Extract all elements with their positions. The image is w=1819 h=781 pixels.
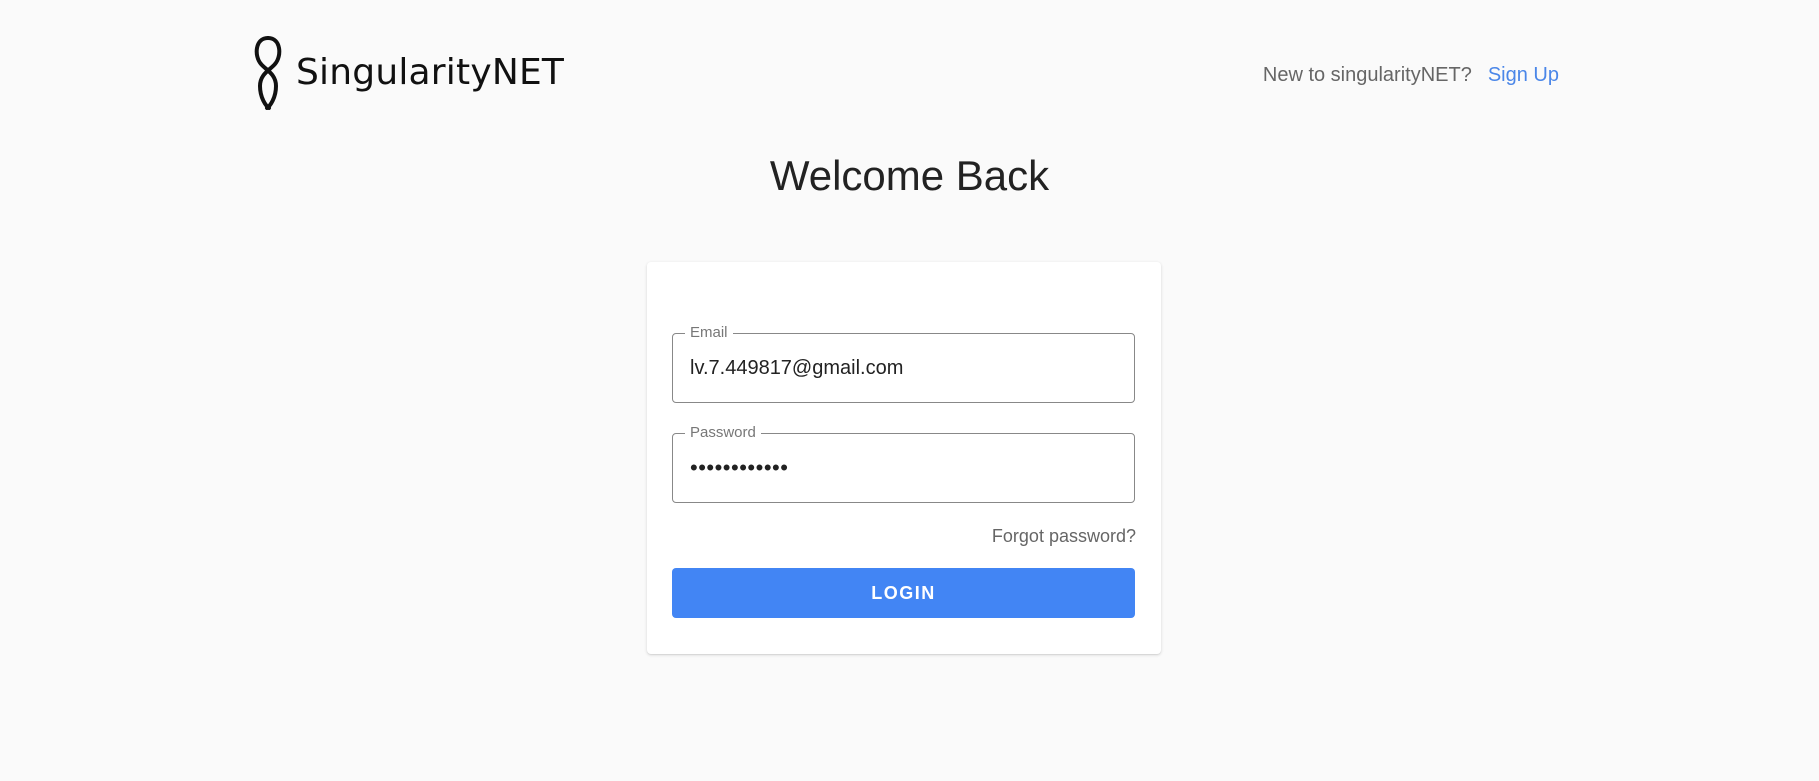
singularitynet-logo-icon <box>254 36 282 110</box>
sign-up-link[interactable]: Sign Up <box>1488 64 1559 87</box>
signup-prompt: New to singularityNET? <box>1262 64 1472 86</box>
signup-area: New to singularityNET? Sign Up <box>1263 64 1559 87</box>
login-card: Email Password Forgot password? LOGIN <box>647 262 1161 654</box>
password-field[interactable]: Password <box>672 424 1135 503</box>
password-input[interactable] <box>690 434 1120 502</box>
forgot-password-link[interactable]: Forgot password? <box>992 526 1136 547</box>
header: SingularityNET New to singularityNET? Si… <box>0 0 1819 130</box>
login-button[interactable]: LOGIN <box>672 568 1135 618</box>
brand-name: SingularityNET <box>296 52 565 93</box>
email-input[interactable] <box>690 334 1120 402</box>
brand-logo[interactable]: SingularityNET <box>250 36 564 110</box>
email-field[interactable]: Email <box>672 324 1135 403</box>
page-title: Welcome Back <box>769 152 1050 199</box>
